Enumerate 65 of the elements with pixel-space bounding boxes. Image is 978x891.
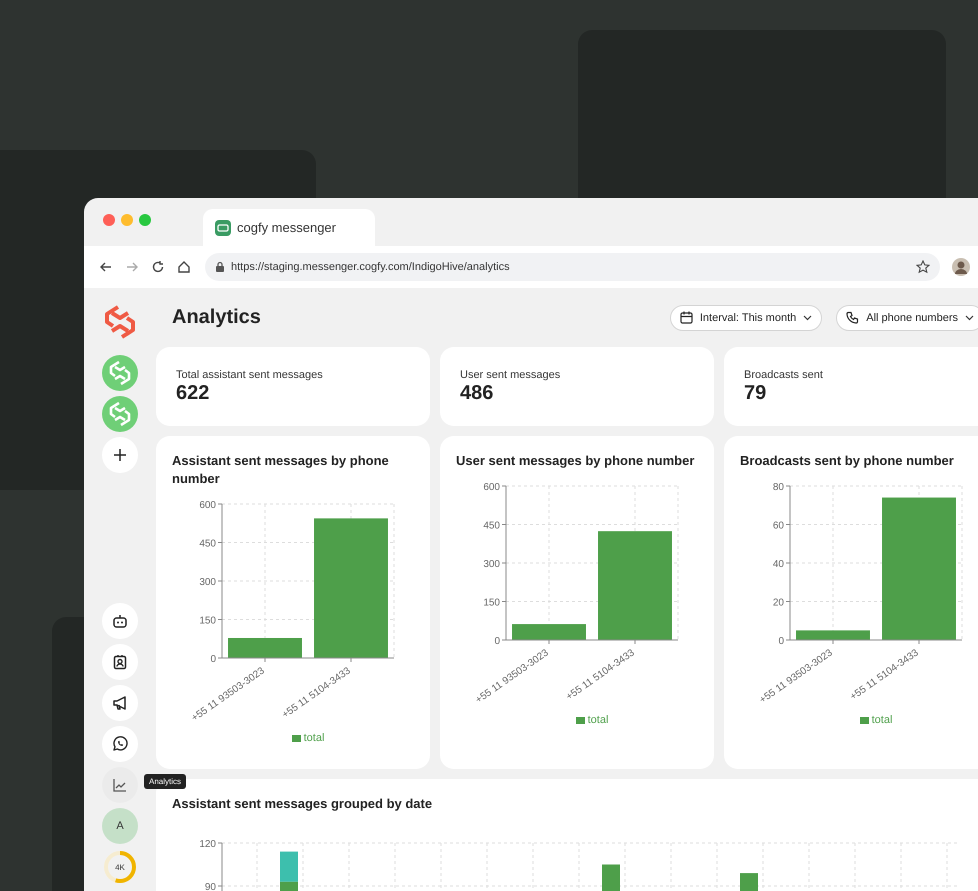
star-icon[interactable] [916,260,930,274]
close-icon[interactable] [103,214,115,226]
legend-label: total [588,714,608,726]
filter-dropdown[interactable]: All phone numbers [836,304,978,330]
robot-icon [112,613,128,629]
plus-icon [114,449,126,461]
y-tick-label: 20 [772,598,784,608]
nav-button[interactable] [102,685,138,721]
filter-dropdown[interactable]: Interval: This month [670,304,822,330]
y-tick-label: 90 [204,882,216,891]
favicon-icon [215,220,231,236]
stat-label: User sent messages [460,369,562,381]
address-bar[interactable]: https://staging.messenger.cogfy.com/IndigoHive/analytics [205,253,940,281]
y-tick-label: 0 [210,654,216,665]
phone-icon [846,311,860,324]
browser-tab[interactable]: cogfy messenger [203,209,375,246]
y-axis [218,842,222,891]
y-tick-label: 450 [199,538,216,550]
y-tick-label: 150 [483,598,500,608]
y-tick-label: 300 [483,559,500,570]
chart-title: Assistant sent messages grouped by date [172,795,434,813]
chart-title: Broadcasts sent by phone number [740,452,955,470]
nav-button[interactable] [102,726,138,762]
y-tick-label: 600 [483,482,500,493]
stat-value: 622 [176,382,210,405]
stat-label: Total assistant sent messages [176,369,324,381]
calendar-icon [680,311,693,324]
profile-avatar[interactable] [952,258,970,276]
y-tick-label: 0 [778,636,784,647]
nav-button[interactable] [102,644,138,680]
chart-title: User sent messages by phone number [456,452,696,470]
chart-title: Assistant sent messages by phone number [172,452,390,488]
y-tick-label: 60 [772,520,784,532]
y-tick-label: 80 [772,482,784,493]
stat-label: Broadcasts sent [744,369,824,381]
user-avatar[interactable]: A [102,808,138,844]
home-icon[interactable] [177,260,191,274]
nav-button[interactable] [102,603,138,639]
logo[interactable] [102,304,138,340]
y-tick-label: 120 [199,839,216,850]
url-text: https://staging.messenger.cogfy.com/IndigoHive/analytics [231,261,511,273]
y-tick-label: 0 [494,636,500,647]
legend-label: total [872,714,892,726]
y-tick-label: 600 [199,500,216,511]
chat-phone-icon [112,736,128,752]
page-title: Analytics [172,306,261,329]
chevron-down-icon [965,314,974,320]
contact-card-icon [112,654,128,670]
usage-label: 4K [115,862,125,872]
tooltip: Analytics [144,774,186,789]
stat-value: 486 [460,382,494,405]
y-tick-label: 450 [483,520,500,532]
reload-icon[interactable] [151,260,165,274]
chevron-down-icon [803,314,812,320]
add-button[interactable] [102,437,138,473]
y-tick-label: 150 [199,616,216,626]
line-chart-icon [112,777,128,793]
back-icon[interactable] [99,260,113,274]
nav-button[interactable] [102,767,138,803]
megaphone-icon [112,695,128,711]
y-tick-label: 300 [199,577,216,588]
stat-value: 79 [744,382,768,405]
legend-label: total [304,732,324,744]
lock-icon [215,261,225,273]
y-tick-label: 40 [772,559,784,570]
